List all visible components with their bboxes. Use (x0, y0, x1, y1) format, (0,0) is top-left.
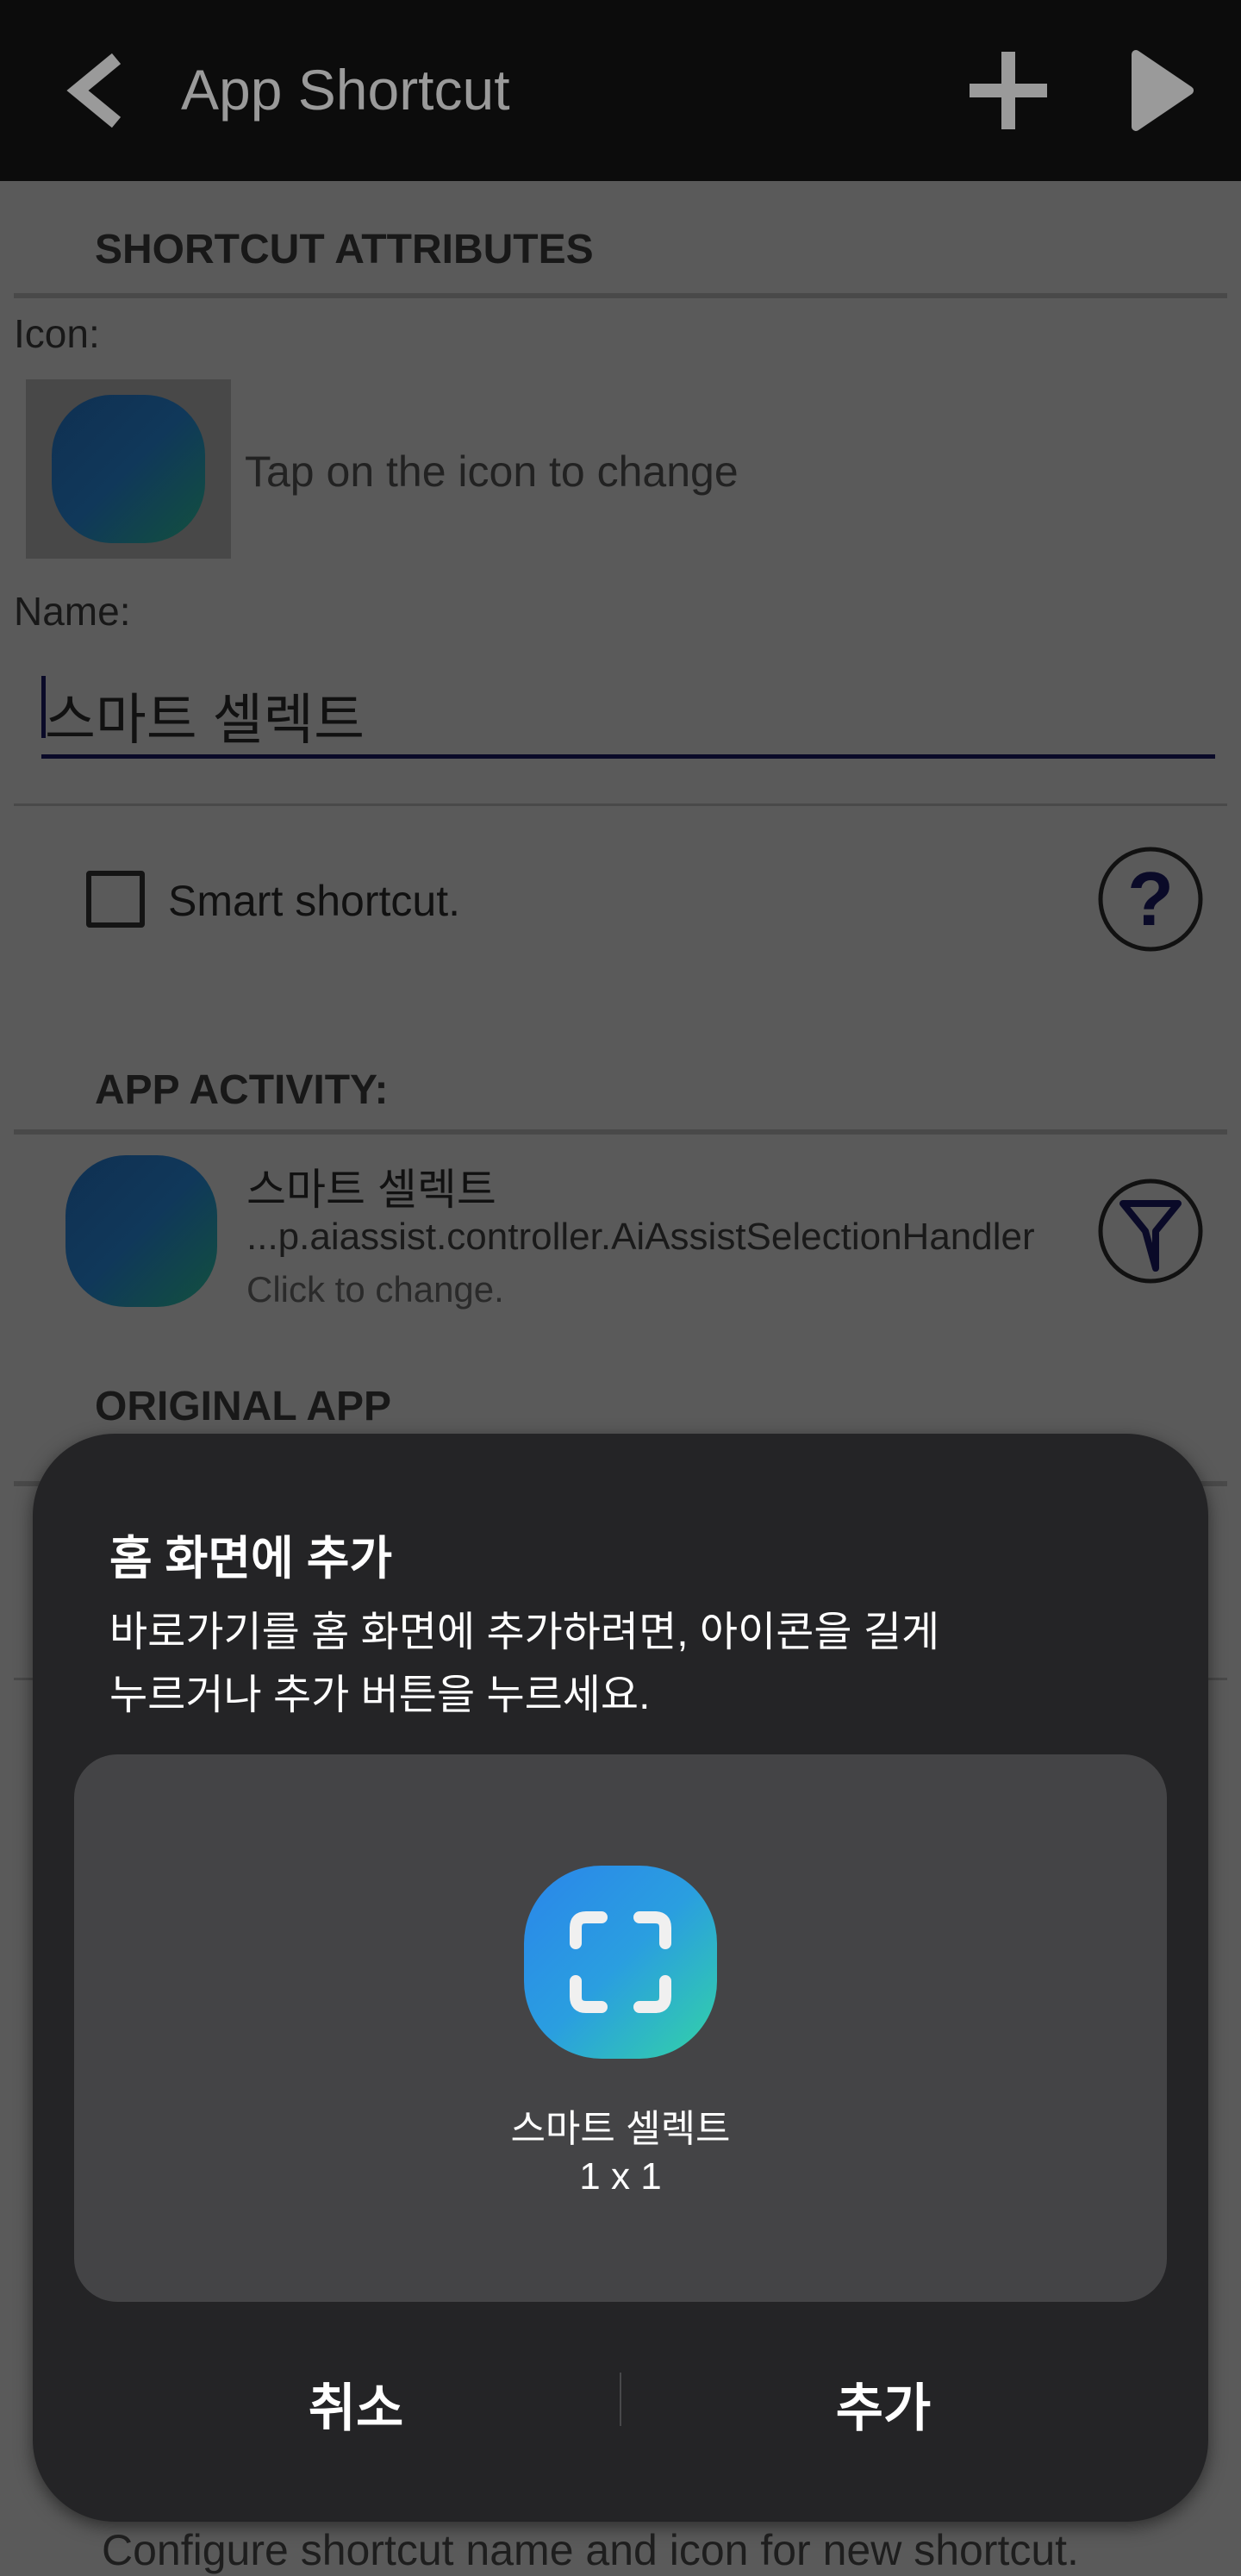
footer-text: Configure shortcut name and icon for new… (102, 2526, 1079, 2574)
preview-app-icon[interactable] (524, 1866, 717, 2059)
add-to-home-dialog: 홈 화면에 추가 바로가기를 홈 화면에 추가하려면, 아이콘을 길게 누르거나… (33, 1434, 1208, 2522)
name-input[interactable]: 스마트 셀렉트 (41, 672, 1215, 759)
page-title: App Shortcut (181, 58, 510, 122)
activity-hint: Click to change. (246, 1269, 504, 1310)
divider (14, 1129, 1227, 1135)
plus-icon[interactable] (970, 52, 1047, 129)
icon-label: Icon: (14, 311, 100, 356)
icon-picker[interactable] (26, 379, 231, 559)
activity-class-name: ...p.aiassist.controller.AiAssistSelecti… (246, 1216, 1035, 1258)
shortcut-preview-card[interactable]: 스마트 셀렉트 1 x 1 (74, 1754, 1167, 2302)
app-activity-row[interactable]: 스마트 셀렉트 ...p.aiassist.controller.AiAssis… (0, 1138, 1241, 1328)
activity-app-icon (65, 1155, 217, 1307)
smart-shortcut-label: Smart shortcut. (168, 877, 460, 925)
preview-name: 스마트 셀렉트 (510, 2108, 731, 2150)
section-app-activity: APP ACTIVITY: (95, 1067, 389, 1113)
svg-text:?: ? (1127, 856, 1174, 941)
add-button[interactable]: 추가 (754, 2367, 1013, 2442)
icon-hint: Tap on the icon to change (245, 447, 739, 496)
scan-frame-icon (570, 1911, 671, 2013)
dialog-title: 홈 화면에 추가 (109, 1533, 393, 1585)
section-original-app: ORIGINAL APP (95, 1384, 392, 1429)
divider (14, 803, 1227, 806)
name-label: Name: (14, 589, 131, 634)
cancel-button[interactable]: 취소 (227, 2367, 485, 2442)
back-chevron-icon[interactable] (60, 52, 129, 129)
activity-app-name: 스마트 셀렉트 (246, 1166, 496, 1214)
section-shortcut-attributes: SHORTCUT ATTRIBUTES (95, 227, 594, 272)
play-icon[interactable] (1129, 47, 1198, 134)
button-divider (620, 2373, 621, 2426)
help-icon[interactable]: ? (1097, 846, 1204, 953)
app-icon (52, 395, 205, 543)
filter-icon[interactable] (1097, 1178, 1204, 1285)
divider (14, 293, 1227, 298)
preview-size: 1 x 1 (579, 2155, 662, 2198)
name-value: 스마트 셀렉트 (45, 689, 365, 751)
dialog-message-line1: 바로가기를 홈 화면에 추가하려면, 아이콘을 길게 (109, 1610, 940, 1655)
dialog-message-line2: 누르거나 추가 버튼을 누르세요. (109, 1673, 651, 1718)
smart-shortcut-checkbox[interactable] (86, 871, 145, 928)
